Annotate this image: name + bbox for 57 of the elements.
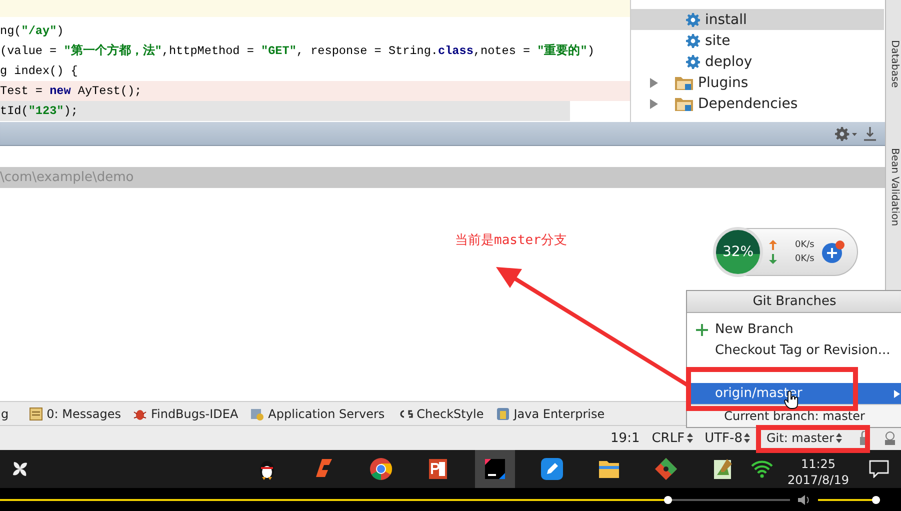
tool-window-tab[interactable]: Database	[886, 40, 901, 88]
annotation-text: 当前是master分支	[455, 232, 567, 249]
menu-item[interactable]: Checkout Tag or Revision...	[687, 340, 901, 361]
sort-arrows-icon	[836, 433, 842, 444]
sort-arrows-icon	[744, 433, 750, 444]
clock-date[interactable]: 2017/8/19	[787, 472, 849, 488]
code-line: (value = "第一个方都，法",httpMethod = "GET", response = String.class,notes = "重要的")	[0, 42, 596, 60]
tree-item[interactable]: Plugins	[698, 74, 748, 90]
plus-icon	[696, 324, 708, 336]
sort-arrows-icon	[686, 433, 693, 444]
code-line: ng("/ay")	[0, 23, 65, 40]
gear-icon	[686, 12, 700, 26]
file-path: \com\example\demo	[0, 170, 134, 185]
clock-time[interactable]: 11:25	[800, 456, 836, 472]
tool-window-button[interactable]: FindBugs-IDEA	[132, 406, 238, 421]
tree-item[interactable]: install	[631, 9, 884, 30]
download-arrow-icon	[769, 254, 777, 264]
volume-icon[interactable]	[798, 494, 810, 505]
download-speed: 0K/s	[795, 254, 814, 264]
gear-icon	[686, 34, 700, 48]
popup-title: Git Branches	[687, 291, 901, 313]
inspector-icon[interactable]	[883, 431, 897, 446]
tool-window-button[interactable]: Application Servers	[250, 406, 385, 421]
code-line: g index() {	[0, 63, 79, 80]
encoding-selector[interactable]: UTF-8	[704, 430, 750, 446]
upload-speed: 0K/s	[795, 240, 814, 250]
tree-item[interactable]: Dependencies	[698, 96, 798, 112]
progress-track[interactable]	[0, 498, 790, 501]
add-icon[interactable]	[820, 239, 846, 265]
settings-icon[interactable]	[835, 126, 857, 140]
folder-icon	[675, 96, 693, 110]
cpu-usage-gauge: 32%	[713, 227, 763, 277]
tree-item[interactable]: site	[631, 30, 884, 51]
tool-window-button[interactable]: g	[1, 406, 9, 421]
upload-arrow-icon	[769, 240, 777, 250]
cursor-position[interactable]: 19:1	[610, 430, 640, 446]
menu-item[interactable]: New Branch	[687, 319, 901, 340]
tool-window-button[interactable]: Java Enterprise	[496, 406, 605, 421]
list-icon	[28, 406, 43, 421]
tool-window-button[interactable]: CheckStyle	[396, 406, 484, 421]
gear-icon	[686, 54, 700, 68]
expand-arrow-icon[interactable]	[650, 98, 658, 108]
tool-window-tab[interactable]: Bean Validation	[886, 148, 901, 226]
submenu-arrow-icon	[894, 390, 900, 398]
notification-icon[interactable]	[869, 460, 889, 478]
tool-window-button[interactable]: 0: Messages	[28, 406, 121, 421]
jar-icon	[496, 406, 510, 421]
line-ending-selector[interactable]: CRLF	[652, 430, 693, 446]
progress-bar[interactable]	[0, 496, 672, 504]
ide-icon[interactable]	[475, 450, 515, 488]
git-branch-selector[interactable]: Git: master	[766, 431, 842, 446]
tree-item[interactable]: deploy	[631, 51, 884, 72]
download-icon[interactable]	[863, 126, 877, 140]
server-icon	[250, 406, 264, 421]
expand-arrow-icon[interactable]	[650, 78, 658, 88]
folder-icon	[675, 76, 693, 90]
wifi-icon[interactable]	[751, 460, 774, 478]
